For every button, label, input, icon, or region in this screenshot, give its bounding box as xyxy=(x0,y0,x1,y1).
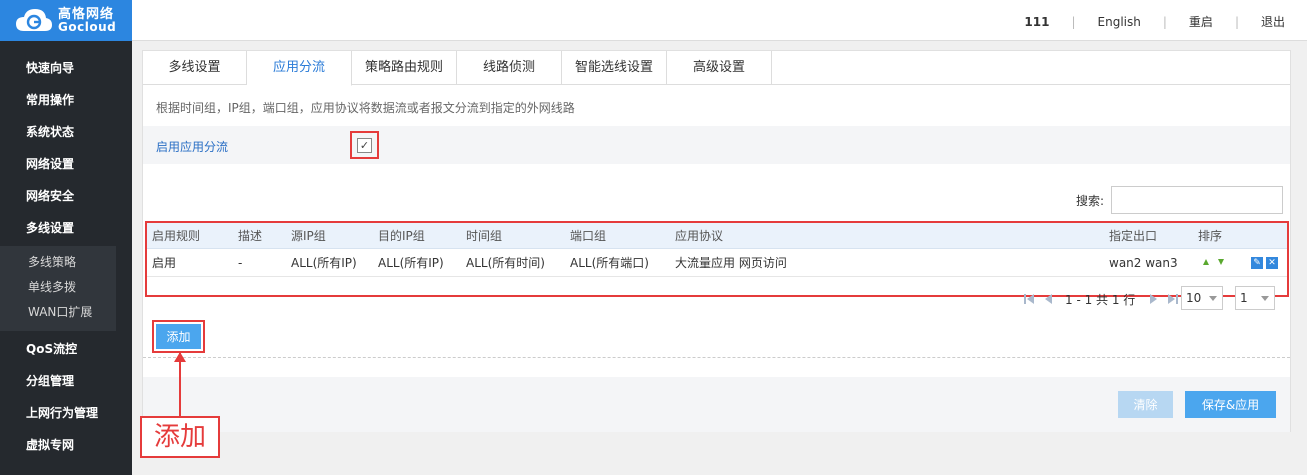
col-order: 排序 xyxy=(1198,229,1223,243)
col-time: 时间组 xyxy=(466,229,503,243)
sidebar-subitem-single-multi-dial[interactable]: 单线多拨 xyxy=(0,275,116,300)
enable-checkbox[interactable]: ✓ xyxy=(357,137,372,153)
chevron-down-icon xyxy=(1209,296,1217,301)
cloud-logo-icon xyxy=(14,6,54,36)
move-up-icon[interactable] xyxy=(1203,259,1209,265)
add-button[interactable]: 添加 xyxy=(156,324,201,349)
sidebar-submenu: 多线策略 单线多拨 WAN口扩展 xyxy=(0,246,116,331)
cell-src-ip: ALL(所有IP) xyxy=(291,256,357,270)
sidebar-item-system-status[interactable]: 系统状态 xyxy=(0,116,132,148)
enable-checkbox-highlight: ✓ xyxy=(350,131,379,159)
next-page-icon[interactable] xyxy=(1147,292,1161,306)
tab-app-split[interactable]: 应用分流 xyxy=(247,51,352,86)
enable-row: 启用应用分流 ✓ xyxy=(143,126,1290,164)
move-down-icon[interactable] xyxy=(1218,259,1224,265)
col-port: 端口组 xyxy=(570,229,607,243)
search-input[interactable] xyxy=(1111,186,1283,214)
brand-name-cn: 高恪网络 xyxy=(58,6,115,22)
sidebar-item-qos[interactable]: QoS流控 xyxy=(0,333,132,365)
col-desc: 描述 xyxy=(238,229,263,243)
last-page-icon[interactable] xyxy=(1165,292,1179,306)
edit-icon[interactable]: ✎ xyxy=(1251,257,1263,269)
divider: | xyxy=(1071,14,1076,29)
cell-time: ALL(所有时间) xyxy=(466,256,545,270)
logout-link[interactable]: 退出 xyxy=(1261,13,1285,30)
cell-protocol: 大流量应用 网页访问 xyxy=(675,256,787,270)
sidebar-subitem-wan-expand[interactable]: WAN口扩展 xyxy=(0,300,116,325)
table-row[interactable]: 启用 - ALL(所有IP) ALL(所有IP) ALL(所有时间) ALL(所… xyxy=(147,249,1287,277)
col-enabled: 启用规则 xyxy=(152,229,201,243)
col-protocol: 应用协议 xyxy=(675,229,724,243)
chevron-down-icon xyxy=(1261,296,1269,301)
sidebar-item-behavior-management[interactable]: 上网行为管理 xyxy=(0,397,132,429)
tab-bar: 多线设置 应用分流 策略路由规则 线路侦测 智能选线设置 高级设置 xyxy=(143,51,1290,86)
brand-name-en: Gocloud xyxy=(58,19,117,34)
first-page-icon[interactable] xyxy=(1023,292,1037,306)
sidebar-item-vpn[interactable]: 虚拟专网 xyxy=(0,429,132,461)
table-header: 启用规则 描述 源IP组 目的IP组 时间组 端口组 应用协议 指定出口 排序 xyxy=(147,223,1287,249)
annotation-arrow-icon xyxy=(174,352,186,362)
language-link[interactable]: English xyxy=(1098,15,1141,29)
page-select[interactable]: 1 xyxy=(1235,286,1275,310)
top-bar: 111 | English | 重启 | 退出 xyxy=(132,0,1307,41)
prev-page-icon[interactable] xyxy=(1041,292,1055,306)
brand-logo[interactable]: 高恪网络 Gocloud xyxy=(0,0,132,41)
cell-desc: - xyxy=(238,256,243,270)
sidebar-item-common-ops[interactable]: 常用操作 xyxy=(0,84,132,116)
pager-info: 1 - 1 共 1 行 xyxy=(1065,292,1136,307)
clear-button[interactable]: 清除 xyxy=(1118,391,1173,418)
divider: | xyxy=(1234,14,1239,29)
annotation-arrow-line xyxy=(179,353,181,416)
page-size-value: 10 xyxy=(1186,291,1202,305)
sidebar-item-quick-guide[interactable]: 快速向导 xyxy=(0,52,132,84)
user-name[interactable]: 111 xyxy=(1024,15,1049,29)
page-size-select[interactable]: 10 xyxy=(1181,286,1223,310)
divider: | xyxy=(1162,14,1167,29)
sidebar-subitem-multiline-policy[interactable]: 多线策略 xyxy=(0,250,116,275)
sidebar: 高恪网络 Gocloud 快速向导 常用操作 系统状态 网络设置 网络安全 多线… xyxy=(0,0,132,475)
rules-table: 启用规则 描述 源IP组 目的IP组 时间组 端口组 应用协议 指定出口 排序 … xyxy=(145,221,1289,297)
cell-dst-ip: ALL(所有IP) xyxy=(378,256,444,270)
sidebar-item-network-security[interactable]: 网络安全 xyxy=(0,180,132,212)
save-apply-button[interactable]: 保存&应用 xyxy=(1185,391,1276,418)
add-button-highlight: 添加 xyxy=(152,320,205,353)
tab-smart-line[interactable]: 智能选线设置 xyxy=(562,51,667,85)
sidebar-item-group-management[interactable]: 分组管理 xyxy=(0,365,132,397)
reboot-link[interactable]: 重启 xyxy=(1189,13,1213,30)
tab-multiline-settings[interactable]: 多线设置 xyxy=(143,51,247,85)
pager: 1 - 1 共 1 行 xyxy=(1023,287,1183,311)
page-value: 1 xyxy=(1240,291,1248,305)
sidebar-item-network-settings[interactable]: 网络设置 xyxy=(0,148,132,180)
cell-enabled: 启用 xyxy=(152,256,177,270)
sidebar-item-multiline-settings[interactable]: 多线设置 xyxy=(0,212,132,244)
main-panel: 多线设置 应用分流 策略路由规则 线路侦测 智能选线设置 高级设置 根据时间组，… xyxy=(142,50,1291,432)
col-dst-ip: 目的IP组 xyxy=(378,229,425,243)
divider xyxy=(143,357,1290,358)
annotation-label: 添加 xyxy=(140,416,220,458)
cell-outlet: wan2 wan3 xyxy=(1109,256,1178,270)
tab-policy-route[interactable]: 策略路由规则 xyxy=(352,51,457,85)
col-outlet: 指定出口 xyxy=(1109,229,1158,243)
delete-icon[interactable]: ✕ xyxy=(1266,257,1278,269)
search-label: 搜索: xyxy=(1076,194,1105,208)
tab-line-detect[interactable]: 线路侦测 xyxy=(457,51,562,85)
cell-port: ALL(所有端口) xyxy=(570,256,649,270)
page-description: 根据时间组，IP组，端口组，应用协议将数据流或者报文分流到指定的外网线路 xyxy=(156,101,575,115)
enable-label: 启用应用分流 xyxy=(156,140,229,154)
tab-advanced[interactable]: 高级设置 xyxy=(667,51,772,85)
col-src-ip: 源IP组 xyxy=(291,229,326,243)
